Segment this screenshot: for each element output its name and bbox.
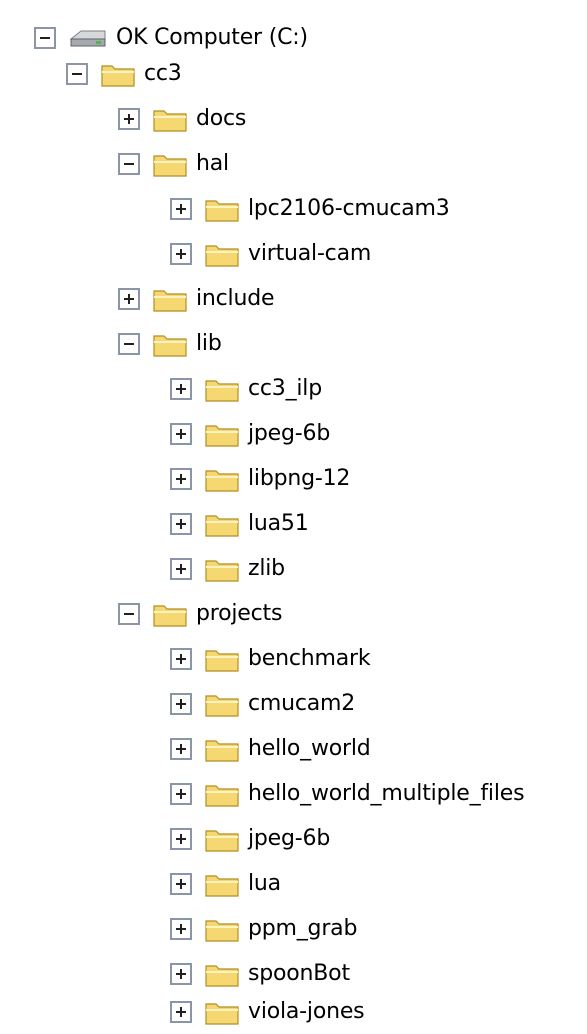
expand-toggle-icon[interactable]	[170, 423, 192, 445]
folder-icon	[152, 104, 188, 134]
folder-icon	[204, 689, 240, 719]
folder-icon	[152, 149, 188, 179]
folder-icon	[204, 509, 240, 539]
tree-node-folder[interactable]: hello_world	[170, 727, 371, 771]
folder-icon	[204, 554, 240, 584]
expand-toggle-icon[interactable]	[170, 468, 192, 490]
expand-toggle-icon[interactable]	[170, 738, 192, 760]
tree-node-folder[interactable]: cc3_ilp	[170, 367, 322, 411]
tree-node-folder[interactable]: lua51	[170, 502, 309, 546]
tree-node-folder[interactable]: projects	[118, 592, 282, 636]
tree-node-label: jpeg-6b	[248, 421, 331, 446]
tree-node-label: cc3	[144, 61, 182, 86]
expand-toggle-icon[interactable]	[170, 783, 192, 805]
tree-node-label: cc3_ilp	[248, 376, 322, 401]
expand-toggle-icon[interactable]	[170, 648, 192, 670]
expand-toggle-icon[interactable]	[170, 243, 192, 265]
folder-icon	[204, 824, 240, 854]
tree-node-label: ppm_grab	[248, 916, 358, 941]
tree-node-label: hal	[196, 151, 229, 176]
tree-node-label: lua	[248, 871, 281, 896]
folder-icon	[204, 644, 240, 674]
expand-toggle-icon[interactable]	[170, 1001, 192, 1023]
tree-node-folder[interactable]: hello_world_multiple_files	[170, 772, 525, 816]
tree-node-folder[interactable]: benchmark	[170, 637, 371, 681]
tree-node-folder[interactable]: jpeg-6b	[170, 817, 330, 861]
tree-node-label: viola-jones	[248, 999, 365, 1024]
folder-icon	[204, 914, 240, 944]
folder-icon	[204, 779, 240, 809]
folder-icon	[204, 464, 240, 494]
folder-icon	[204, 194, 240, 224]
tree-node-folder[interactable]: include	[118, 277, 275, 321]
tree-node-folder[interactable]: lib	[118, 322, 222, 366]
tree-node-folder[interactable]: lua	[170, 862, 281, 906]
expand-toggle-icon[interactable]	[118, 108, 140, 130]
folder-tree: OK Computer (C:) cc3 docs hal lpc2106-cm…	[0, 0, 587, 1034]
tree-node-label: benchmark	[248, 646, 371, 671]
tree-node-label: docs	[196, 106, 247, 131]
folder-icon	[100, 59, 136, 89]
tree-node-label: jpeg-6b	[248, 826, 331, 851]
folder-icon	[204, 869, 240, 899]
tree-node-folder[interactable]: cc3	[66, 52, 182, 96]
expand-toggle-icon[interactable]	[170, 918, 192, 940]
folder-icon	[204, 239, 240, 269]
tree-node-label: hello_world	[248, 736, 371, 761]
expand-toggle-icon[interactable]	[118, 288, 140, 310]
tree-node-folder[interactable]: docs	[118, 97, 246, 141]
folder-icon	[204, 997, 240, 1027]
tree-node-label: libpng-12	[248, 466, 351, 491]
folder-icon	[204, 419, 240, 449]
tree-node-label: lib	[196, 331, 222, 356]
tree-node-folder[interactable]: libpng-12	[170, 457, 350, 501]
collapse-toggle-icon[interactable]	[34, 27, 56, 49]
tree-node-label: include	[196, 286, 275, 311]
expand-toggle-icon[interactable]	[170, 558, 192, 580]
tree-node-folder[interactable]: cmucam2	[170, 682, 355, 726]
folder-icon	[204, 734, 240, 764]
tree-node-folder[interactable]: viola-jones	[170, 990, 365, 1034]
tree-node-folder[interactable]: lpc2106-cmucam3	[170, 187, 450, 231]
tree-node-label: virtual-cam	[248, 241, 372, 266]
expand-toggle-icon[interactable]	[170, 378, 192, 400]
tree-node-label: lua51	[248, 511, 309, 536]
folder-icon	[152, 284, 188, 314]
tree-node-folder[interactable]: zlib	[170, 547, 285, 591]
collapse-toggle-icon[interactable]	[118, 603, 140, 625]
collapse-toggle-icon[interactable]	[118, 333, 140, 355]
folder-icon	[152, 329, 188, 359]
collapse-toggle-icon[interactable]	[118, 153, 140, 175]
expand-toggle-icon[interactable]	[170, 828, 192, 850]
tree-node-label: projects	[196, 601, 283, 626]
expand-toggle-icon[interactable]	[170, 198, 192, 220]
expand-toggle-icon[interactable]	[170, 693, 192, 715]
tree-node-folder[interactable]: hal	[118, 142, 229, 186]
tree-node-label: lpc2106-cmucam3	[248, 196, 450, 221]
folder-icon	[204, 374, 240, 404]
expand-toggle-icon[interactable]	[170, 963, 192, 985]
expand-toggle-icon[interactable]	[170, 873, 192, 895]
tree-node-label: spoonBot	[248, 961, 350, 986]
tree-node-label: OK Computer (C:)	[116, 25, 308, 50]
folder-icon	[204, 959, 240, 989]
tree-node-label: cmucam2	[248, 691, 356, 716]
expand-toggle-icon[interactable]	[170, 513, 192, 535]
tree-node-folder[interactable]: jpeg-6b	[170, 412, 330, 456]
tree-node-label: hello_world_multiple_files	[248, 781, 525, 806]
tree-node-label: zlib	[248, 556, 285, 581]
hard-drive-icon	[68, 25, 108, 51]
tree-node-folder[interactable]: ppm_grab	[170, 907, 357, 951]
collapse-toggle-icon[interactable]	[66, 63, 88, 85]
tree-node-folder[interactable]: virtual-cam	[170, 232, 371, 276]
folder-icon	[152, 599, 188, 629]
